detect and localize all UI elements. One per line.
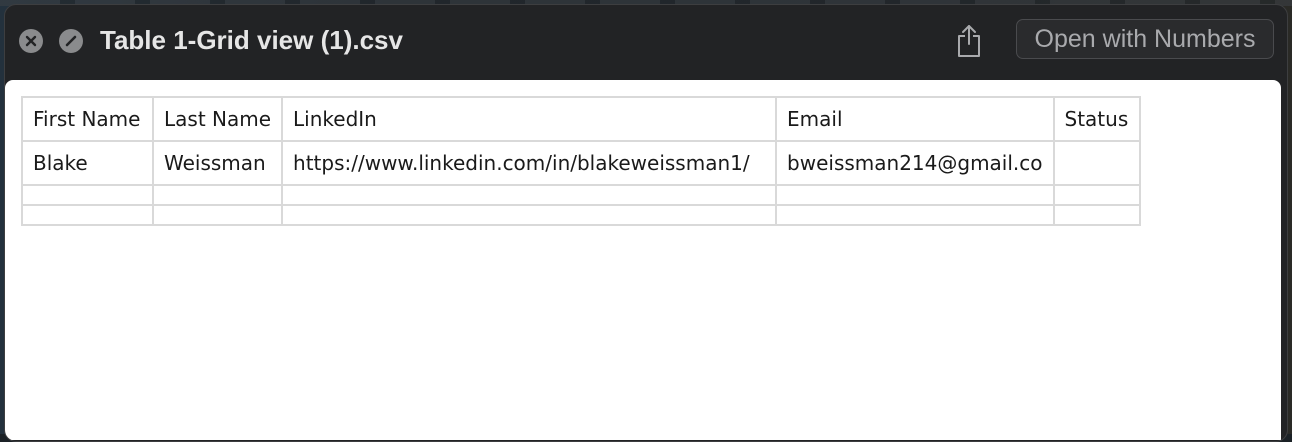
cell-empty[interactable] <box>21 184 154 206</box>
cell-last-name[interactable]: Weissman <box>151 140 284 186</box>
cell-empty[interactable] <box>1052 184 1141 206</box>
cell-first-name[interactable]: Blake <box>21 140 154 186</box>
share-icon <box>958 25 980 57</box>
header-email[interactable]: Email <box>775 96 1055 142</box>
cell-empty[interactable] <box>1052 204 1141 226</box>
cell-empty[interactable] <box>151 184 284 206</box>
cell-empty[interactable] <box>21 204 154 226</box>
header-last-name[interactable]: Last Name <box>151 96 284 142</box>
cell-empty[interactable] <box>775 184 1055 206</box>
table-row <box>21 204 1141 226</box>
quicklook-window: Table 1-Grid view (1).csv Open with Numb… <box>4 4 1288 442</box>
header-linkedin[interactable]: LinkedIn <box>281 96 778 142</box>
open-with-numbers-button[interactable]: Open with Numbers <box>1016 19 1274 59</box>
window-title: Table 1-Grid view (1).csv <box>100 25 403 55</box>
header-status[interactable]: Status <box>1052 96 1141 142</box>
cell-empty[interactable] <box>775 204 1055 226</box>
cell-empty[interactable] <box>281 204 778 226</box>
csv-table: First Name Last Name LinkedIn Email Stat… <box>21 96 1141 226</box>
cell-status[interactable] <box>1052 140 1141 186</box>
share-button[interactable] <box>953 23 985 59</box>
header-first-name[interactable]: First Name <box>21 96 154 142</box>
close-x-circle-icon <box>25 35 37 47</box>
cell-empty[interactable] <box>281 184 778 206</box>
table-row: Blake Weissman https://www.linkedin.com/… <box>21 140 1141 186</box>
slash-circle-icon <box>65 35 77 47</box>
cell-email[interactable]: bweissman214@gmail.co <box>775 140 1055 186</box>
table-header-row: First Name Last Name LinkedIn Email Stat… <box>21 96 1141 142</box>
cell-linkedin[interactable]: https://www.linkedin.com/in/blakeweissma… <box>281 140 778 186</box>
csv-preview-area: First Name Last Name LinkedIn Email Stat… <box>5 80 1281 440</box>
titlebar: Table 1-Grid view (1).csv Open with Numb… <box>5 5 1287 80</box>
close-button[interactable] <box>19 29 43 53</box>
cell-empty[interactable] <box>151 204 284 226</box>
table-row <box>21 184 1141 206</box>
fullscreen-disabled-button[interactable] <box>59 29 83 53</box>
